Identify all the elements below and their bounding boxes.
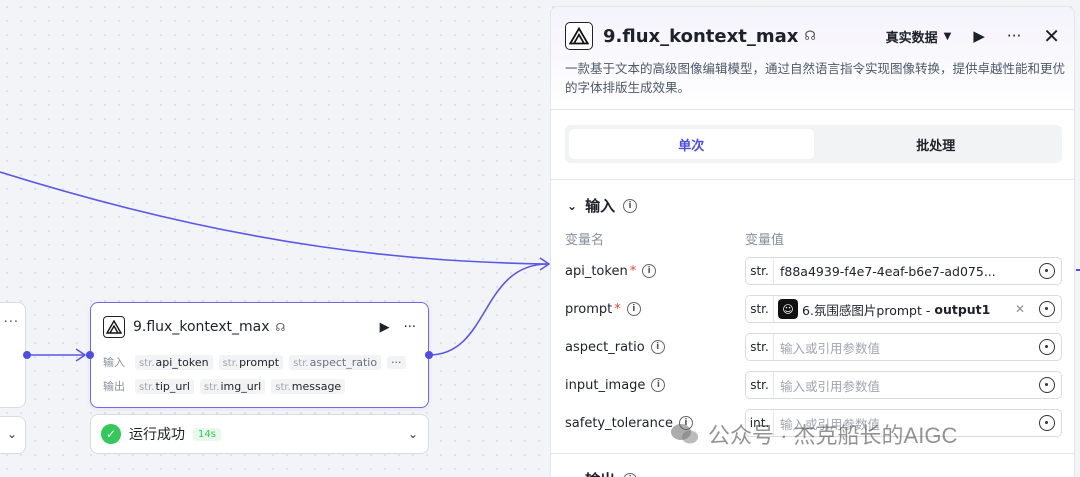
previous-node-status[interactable]: ⌄ bbox=[0, 416, 26, 454]
info-icon[interactable]: i bbox=[623, 472, 638, 477]
more-inputs-icon[interactable]: ··· bbox=[387, 355, 406, 369]
plugin-icon: ☊ bbox=[804, 28, 816, 44]
prompt-field[interactable]: str. ☺ 6.氛围感图片prompt - output1 ✕ bbox=[745, 295, 1062, 323]
api-token-field[interactable]: str. f88a4939-f4e7-4eaf-b6e7-ad075... bbox=[745, 257, 1062, 285]
run-status-bar[interactable]: ✓ 运行成功 14s ⌄ bbox=[90, 414, 429, 454]
column-variable-name: 变量名 bbox=[565, 233, 605, 248]
node-description: 一款基于文本的高级图像编辑模型，通过自然语言指令实现图像转换，提供卓越性能和更优… bbox=[565, 61, 1066, 95]
input-image-placeholder[interactable]: 输入或引用参数值 bbox=[774, 376, 1033, 395]
plugin-icon: ☊ bbox=[275, 320, 286, 334]
node-title: 9.flux_kontext_max bbox=[133, 319, 270, 335]
info-icon[interactable]: i bbox=[642, 264, 657, 278]
output-section-header[interactable]: ⌄ 输出 i bbox=[567, 469, 638, 477]
panel-header: 9.flux_kontext_max ☊ 真实数据 ▼ ▶ ··· ✕ bbox=[565, 21, 1060, 51]
info-icon[interactable]: i bbox=[626, 302, 641, 316]
edge-outgoing bbox=[1076, 269, 1080, 271]
panel-title: 9.flux_kontext_max bbox=[603, 25, 799, 47]
type-badge: str. bbox=[746, 372, 774, 398]
input-tag: str.aspect_ratio bbox=[289, 354, 382, 370]
info-icon[interactable]: i bbox=[650, 340, 665, 354]
reference-icon[interactable] bbox=[1033, 301, 1061, 317]
info-icon[interactable]: i bbox=[623, 198, 638, 213]
output-tag: str.message bbox=[271, 378, 346, 394]
param-row-prompt: prompt * i str. ☺ 6.氛围感图片prompt - output1 … bbox=[565, 295, 1062, 323]
flux-logo-icon bbox=[565, 22, 593, 50]
edge-node-to-panel bbox=[428, 263, 549, 356]
input-row: 输入 str.api_token str.prompt str.aspect_r… bbox=[103, 353, 406, 371]
column-variable-value: 变量值 bbox=[745, 233, 785, 248]
chevron-down-icon[interactable]: ⌄ bbox=[7, 427, 17, 441]
tab-batch[interactable]: 批处理 bbox=[814, 129, 1059, 159]
run-icon[interactable]: ▶ bbox=[973, 27, 985, 45]
type-badge: str. bbox=[746, 334, 774, 360]
workflow-canvas[interactable]: ··· ⌄ 9.flux_kontext_max ☊ ▶ ··· 输入 str.… bbox=[0, 0, 550, 477]
input-port[interactable] bbox=[86, 351, 94, 359]
reference-chip[interactable]: ☺ 6.氛围感图片prompt - output1 bbox=[774, 299, 1007, 319]
caret-down-icon: ▼ bbox=[943, 30, 952, 42]
duration-badge: 14s bbox=[193, 427, 221, 441]
watermark-text: 公众号 · 杰克船长的AIGC bbox=[708, 423, 958, 448]
param-row-aspect-ratio: aspect_ratio i str. 输入或引用参数值 bbox=[565, 333, 1062, 361]
status-text: 运行成功 bbox=[129, 427, 185, 443]
mode-tabs: 单次 批处理 bbox=[565, 125, 1062, 163]
chevron-down-icon: ⌄ bbox=[567, 198, 578, 213]
more-icon[interactable]: ··· bbox=[1007, 27, 1021, 45]
input-tag: str.api_token bbox=[135, 354, 213, 370]
watermark: 公众号 · 杰克船长的AIGC bbox=[670, 418, 957, 450]
type-badge: str. bbox=[746, 258, 774, 284]
output-label: 输出 bbox=[103, 380, 125, 393]
output-tag: str.img_url bbox=[199, 378, 266, 394]
param-row-input-image: input_image i str. 输入或引用参数值 bbox=[565, 371, 1062, 399]
remove-reference-icon[interactable]: ✕ bbox=[1015, 302, 1025, 316]
input-tag: str.prompt bbox=[218, 354, 284, 370]
tab-single[interactable]: 单次 bbox=[569, 129, 814, 159]
input-image-field[interactable]: str. 输入或引用参数值 bbox=[745, 371, 1062, 399]
reference-icon[interactable] bbox=[1033, 377, 1061, 393]
chevron-down-icon: ⌄ bbox=[567, 473, 577, 477]
aspect-ratio-field[interactable]: str. 输入或引用参数值 bbox=[745, 333, 1062, 361]
close-icon[interactable]: ✕ bbox=[1043, 24, 1060, 48]
more-icon[interactable]: ··· bbox=[404, 320, 416, 335]
check-icon: ✓ bbox=[101, 424, 121, 444]
more-icon[interactable]: ··· bbox=[4, 315, 19, 330]
output-port[interactable] bbox=[23, 351, 31, 359]
param-row-api-token: api_token * i str. f88a4939-f4e7-4eaf-b6e7… bbox=[565, 257, 1062, 285]
type-badge: str. bbox=[746, 296, 774, 322]
chevron-down-icon[interactable]: ⌄ bbox=[408, 427, 418, 441]
reference-icon[interactable] bbox=[1033, 339, 1061, 355]
reference-icon[interactable] bbox=[1033, 415, 1061, 431]
flux-kontext-node[interactable]: 9.flux_kontext_max ☊ ▶ ··· 输入 str.api_to… bbox=[90, 302, 429, 408]
divider bbox=[551, 453, 1074, 454]
api-token-value[interactable]: f88a4939-f4e7-4eaf-b6e7-ad075... bbox=[774, 264, 1033, 279]
node-detail-panel: 9.flux_kontext_max ☊ 真实数据 ▼ ▶ ··· ✕ 一款基于文… bbox=[550, 6, 1075, 477]
output-row: 输出 str.tip_url str.img_url str.message bbox=[103, 377, 346, 395]
run-icon[interactable]: ▶ bbox=[380, 320, 390, 335]
divider bbox=[551, 179, 1074, 180]
node-header: 9.flux_kontext_max ☊ ▶ ··· bbox=[103, 315, 416, 339]
aspect-ratio-placeholder[interactable]: 输入或引用参数值 bbox=[774, 338, 1033, 357]
wechat-icon bbox=[671, 424, 698, 444]
edge-incoming-to-panel bbox=[0, 171, 549, 265]
bot-icon: ☺ bbox=[778, 299, 798, 319]
output-tag: str.tip_url bbox=[135, 378, 194, 394]
reference-icon[interactable] bbox=[1033, 263, 1061, 279]
input-section-header[interactable]: ⌄ 输入 i bbox=[567, 195, 638, 216]
input-label: 输入 bbox=[103, 356, 125, 369]
info-icon[interactable]: i bbox=[651, 378, 666, 392]
output-port[interactable] bbox=[425, 351, 433, 359]
dataset-select[interactable]: 真实数据 ▼ bbox=[886, 27, 952, 46]
flux-logo-icon bbox=[103, 316, 125, 338]
divider bbox=[551, 109, 1074, 110]
